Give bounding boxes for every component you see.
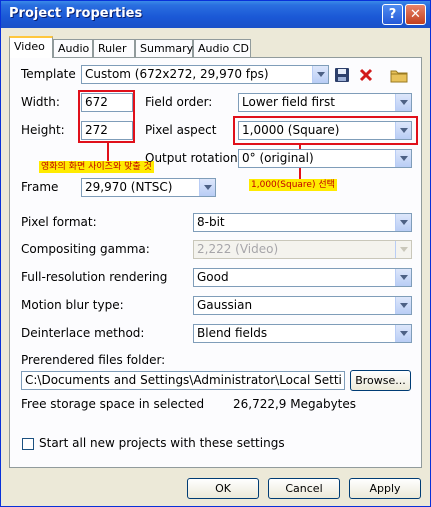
- start-all-label[interactable]: Start all new projects with these settin…: [39, 436, 285, 450]
- chevron-down-icon[interactable]: [395, 269, 411, 286]
- chevron-down-icon[interactable]: [395, 297, 411, 314]
- motion-blur-select[interactable]: Gaussian: [193, 296, 412, 315]
- aspect-annotation-note: 1,000(Square) 선택: [249, 179, 337, 191]
- frame-value: 29,970 (NTSC): [85, 180, 173, 194]
- pixel-format-select[interactable]: 8-bit: [193, 213, 412, 232]
- chevron-down-icon[interactable]: [395, 94, 411, 111]
- template-value: Custom (672x272, 29,970 fps): [85, 67, 269, 81]
- height-label: Height:: [21, 123, 65, 137]
- deinterlace-label: Deinterlace method:: [21, 326, 145, 340]
- title-bar[interactable]: Project Properties ? ✕: [1, 1, 430, 28]
- window-title: Project Properties: [9, 6, 143, 21]
- cancel-button[interactable]: Cancel: [268, 478, 340, 499]
- compositing-gamma-label: Compositing gamma:: [21, 242, 150, 256]
- size-callout-line: [107, 143, 109, 161]
- chevron-down-icon: [395, 241, 411, 258]
- storage-value: 26,722,9 Megabytes: [233, 397, 357, 411]
- aspect-highlight-box: [233, 116, 418, 145]
- help-button[interactable]: ?: [382, 4, 403, 25]
- output-rotation-select[interactable]: 0° (original): [238, 149, 412, 168]
- chevron-down-icon[interactable]: [395, 214, 411, 231]
- field-order-value: Lower field first: [242, 95, 335, 109]
- field-order-label: Field order:: [145, 95, 213, 109]
- chevron-down-icon[interactable]: [395, 150, 411, 167]
- chevron-down-icon[interactable]: [312, 66, 328, 83]
- chevron-down-icon[interactable]: [395, 325, 411, 342]
- pixel-aspect-label: Pixel aspect: [145, 123, 217, 137]
- folder-icon[interactable]: [390, 67, 408, 83]
- chevron-down-icon[interactable]: [199, 179, 215, 196]
- project-properties-window: Project Properties ? ✕ Video Audio Ruler…: [0, 0, 431, 507]
- motion-blur-label: Motion blur type:: [21, 298, 124, 312]
- full-resolution-label: Full-resolution rendering: [21, 270, 168, 284]
- full-resolution-value: Good: [197, 270, 229, 284]
- tab-ruler[interactable]: Ruler: [93, 39, 135, 57]
- pixel-format-value: 8-bit: [197, 215, 225, 229]
- full-resolution-select[interactable]: Good: [193, 268, 412, 287]
- compositing-gamma-select: 2,222 (Video): [193, 240, 412, 259]
- prerendered-label: Prerendered files folder:: [21, 353, 166, 367]
- frame-label: Frame: [21, 180, 59, 194]
- width-label: Width:: [21, 95, 60, 109]
- start-all-checkbox[interactable]: [22, 438, 34, 450]
- tab-summary[interactable]: Summary: [135, 39, 193, 57]
- size-annotation-note: 영화의 화면 사이즈와 맞출 것: [39, 161, 154, 173]
- compositing-gamma-value: 2,222 (Video): [197, 242, 279, 256]
- delete-icon[interactable]: [358, 67, 374, 83]
- output-rotation-value: 0° (original): [242, 151, 314, 165]
- pixel-format-label: Pixel format:: [21, 215, 97, 229]
- ok-button[interactable]: OK: [187, 478, 259, 499]
- browse-button[interactable]: Browse...: [350, 370, 411, 391]
- field-order-select[interactable]: Lower field first: [238, 93, 412, 112]
- tab-audio-cd[interactable]: Audio CD: [193, 39, 251, 57]
- frame-select[interactable]: 29,970 (NTSC): [81, 178, 216, 197]
- save-icon[interactable]: [334, 67, 350, 83]
- deinterlace-select[interactable]: Blend fields: [193, 324, 412, 343]
- tab-video[interactable]: Video: [9, 36, 53, 58]
- prerendered-folder-input[interactable]: C:\Documents and Settings\Administrator\…: [21, 371, 345, 390]
- motion-blur-value: Gaussian: [197, 298, 253, 312]
- size-highlight-box: [78, 90, 135, 143]
- template-select[interactable]: Custom (672x272, 29,970 fps): [81, 65, 329, 84]
- tab-audio[interactable]: Audio: [53, 39, 93, 57]
- deinterlace-value: Blend fields: [197, 326, 268, 340]
- template-label: Template: [21, 67, 76, 81]
- output-rotation-label: Output rotation:: [145, 151, 242, 165]
- close-button[interactable]: ✕: [405, 4, 426, 25]
- storage-label: Free storage space in selected: [21, 397, 205, 411]
- apply-button[interactable]: Apply: [349, 478, 421, 499]
